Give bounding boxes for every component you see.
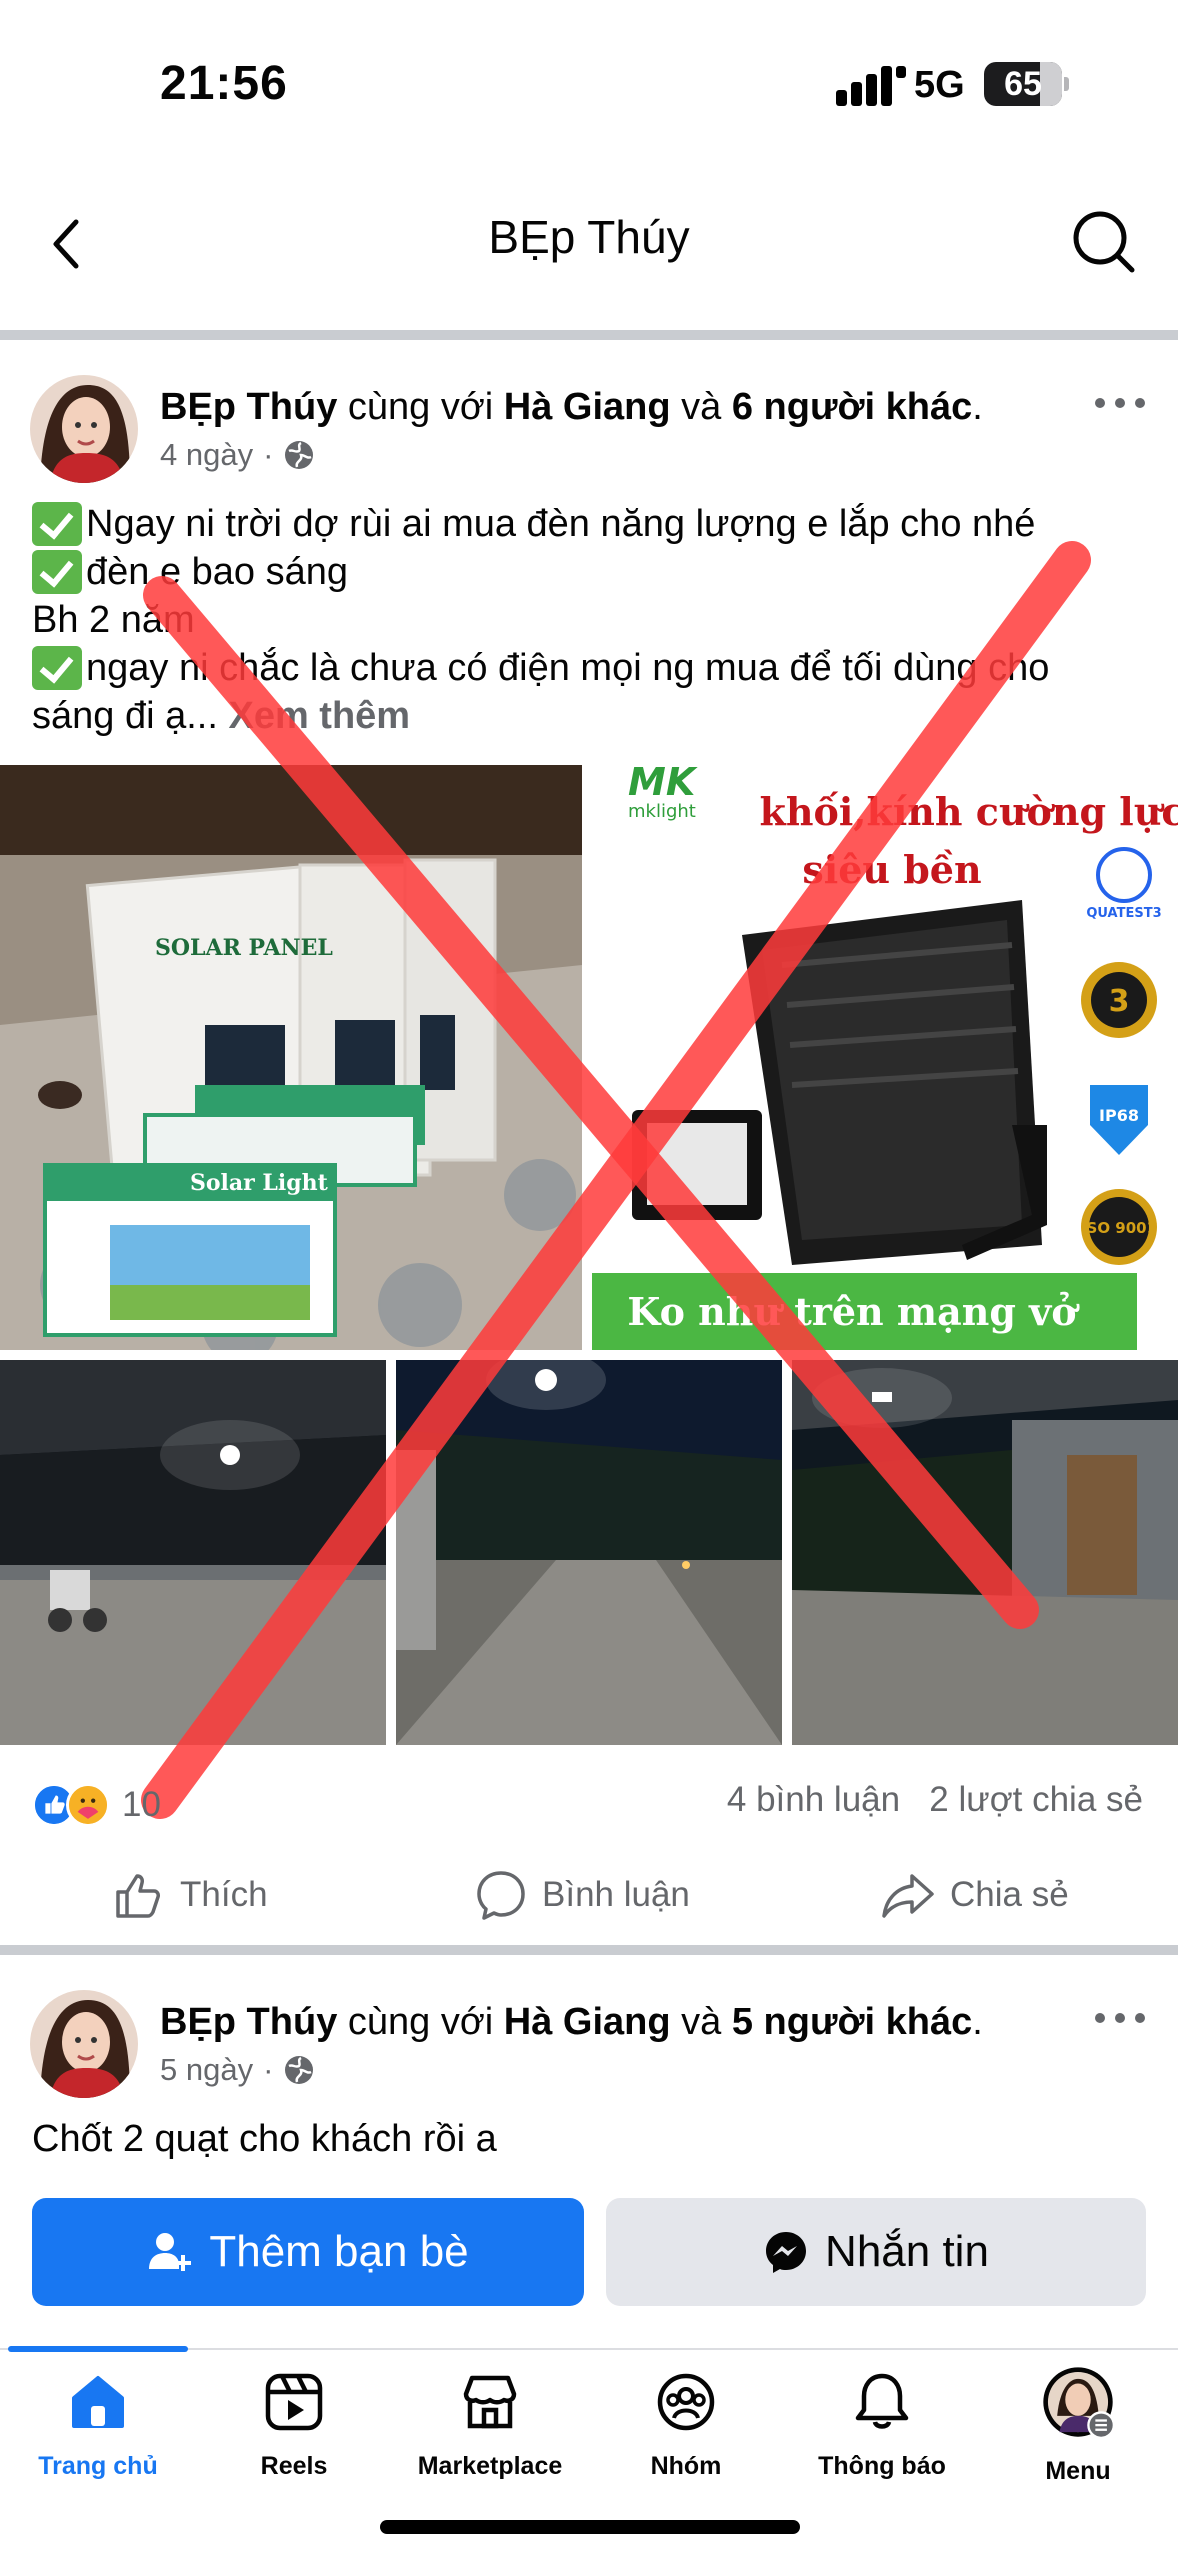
messenger-icon [766,2232,807,2273]
share-count[interactable]: 2 lượt chia sẻ [929,1780,1143,1819]
message-label: Nhắn tin [825,2227,989,2276]
tab-label: Marketplace [417,2452,563,2480]
active-tab-indicator [8,2346,188,2352]
reactions-summary[interactable]: 10 [32,1775,161,1835]
care-reaction-icon [66,1783,110,1827]
post-author-line: BẸp Thúy cùng với Hà Giang và 5 người kh… [160,1998,983,2046]
tab-label: Reels [260,2452,328,2480]
tab-label: Thông báo [818,2452,946,2480]
author-name[interactable]: BẸp Thúy [160,2001,337,2043]
share-label: Chia sẻ [950,1875,1069,1914]
tab-notifications[interactable]: Thông báo [784,2370,980,2481]
add-friend-icon [149,2233,192,2271]
like-label: Thích [180,1875,268,1914]
tagged-name[interactable]: Hà Giang [504,2001,671,2043]
share-arrow-icon [882,1874,934,1918]
separator-dot: · [263,2052,274,2087]
period: . [972,2001,983,2043]
post-card: BẸp Thúy cùng với Hà Giang và 5 người kh… [0,1960,1178,2200]
reels-icon [265,2373,323,2431]
tab-label: Menu [1045,2457,1111,2485]
comment-bubble-icon [477,1871,525,1920]
comment-button[interactable]: Bình luận [474,1850,690,1940]
comment-count[interactable]: 4 bình luận [727,1780,900,1819]
post-text: Chốt 2 quạt cho khách rồi a [32,2115,1152,2163]
add-friend-label: Thêm bạn bè [209,2227,469,2276]
and-word: và [681,2001,722,2043]
tab-reels[interactable]: Reels [196,2370,392,2481]
tab-menu[interactable]: Menu [980,2367,1176,2486]
comment-label: Bình luận [542,1875,690,1914]
add-friend-button[interactable]: Thêm bạn bè [32,2198,584,2306]
post-time[interactable]: 5 ngày [160,2052,253,2088]
with-word: cùng với [347,2001,494,2043]
more-options-icon[interactable] [1090,1998,1150,2038]
share-button[interactable]: Chia sẻ [880,1850,1069,1940]
tab-label: Nhóm [650,2452,722,2480]
avatar[interactable] [30,1990,138,2098]
others-count[interactable]: 5 người khác [732,2001,972,2043]
like-button[interactable]: Thích [112,1850,268,1940]
post-line: Chốt 2 quạt cho khách rồi a [32,2118,497,2160]
tab-groups[interactable]: Nhóm [588,2370,784,2481]
home-icon [72,2376,124,2428]
bell-icon [855,2373,909,2429]
divider [0,1945,1178,1955]
reaction-count: 10 [122,1785,161,1824]
thumbs-up-icon [116,1874,160,1918]
message-button[interactable]: Nhắn tin [606,2198,1146,2306]
post-meta: 5 ngày · [160,2052,315,2088]
profile-menu-icon [1043,2367,1115,2439]
post-actions: Thích Bình luận Chia sẻ [0,1850,1178,1940]
tab-label: Trang chủ [38,2452,158,2480]
engagement-counts: 4 bình luận 2 lượt chia sẻ [727,1780,1143,1820]
marketplace-icon [463,2375,517,2429]
tab-home[interactable]: Trang chủ [0,2370,196,2481]
tab-marketplace[interactable]: Marketplace [392,2370,588,2481]
globe-icon [285,2056,314,2084]
groups-icon [657,2373,715,2431]
home-indicator [380,2520,800,2534]
